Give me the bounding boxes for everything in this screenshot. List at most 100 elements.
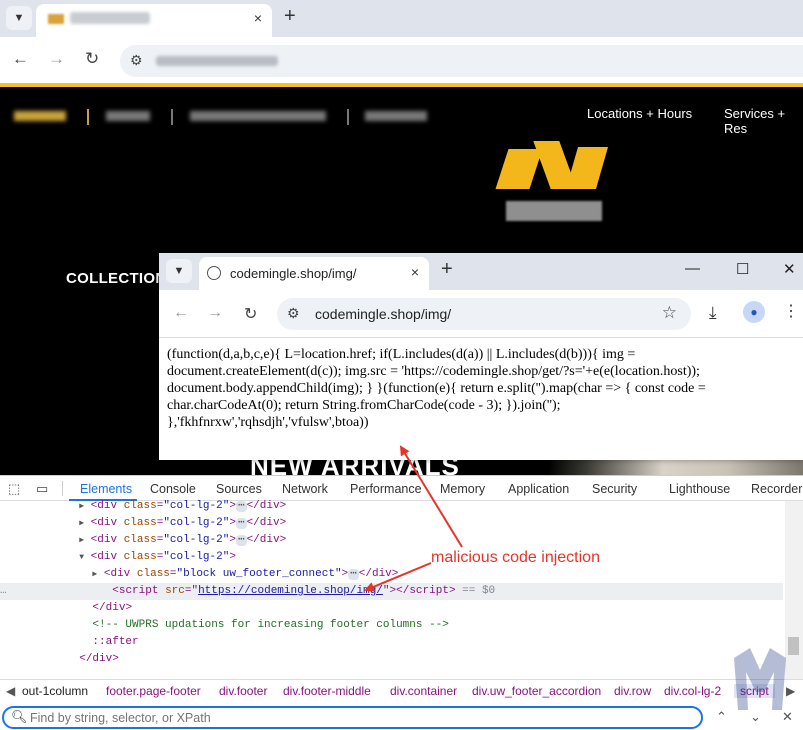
profile-avatar-icon[interactable]: ● — [743, 301, 765, 323]
back-browser-toolbar: ← → ↻ ⚙ — [0, 37, 803, 83]
dom-pseudo-row[interactable]: ::after — [0, 634, 783, 651]
site-info-icon[interactable]: ⚙ — [130, 52, 143, 69]
find-input[interactable] — [30, 710, 690, 726]
download-icon[interactable]: ⤓ — [709, 303, 717, 323]
row-menu-icon[interactable]: … — [0, 585, 7, 597]
popup-url[interactable]: codemingle.shop/img/ — [315, 306, 451, 322]
find-previous-icon[interactable]: ⌃ — [716, 709, 727, 725]
code-line: (function(d,a,b,c,e){ L=location.href; i… — [167, 347, 636, 362]
forward-arrow-icon[interactable]: → — [48, 49, 65, 69]
dom-node-row[interactable]: </div> — [0, 600, 783, 617]
close-tab-icon[interactable]: × — [411, 264, 419, 280]
dom-node-row[interactable]: ▶ <div class="block uw_footer_connect"> ⋯… — [0, 566, 783, 583]
code-line: document.createElement(d(c)); img.src = … — [167, 364, 700, 379]
dom-node-row[interactable]: ▶ <div class="col-lg-2"> ⋯ </div> — [0, 498, 783, 515]
selected-node-marker: == $0 — [462, 585, 496, 597]
dom-node-row[interactable]: ▶ <div class="col-lg-2"> ⋯ </div> — [0, 515, 783, 532]
popup-toolbar: ← → ↻ ⚙ codemingle.shop/img/ ☆ ⤓ ● ⋮ — [159, 290, 803, 338]
collapsed-content-icon[interactable]: ⋯ — [235, 501, 247, 512]
breadcrumb-item[interactable]: div.footer-middle — [283, 684, 371, 698]
expand-triangle-icon[interactable]: ▶ — [92, 570, 97, 579]
popup-omnibox[interactable]: ⚙ codemingle.shop/img/ ☆ — [277, 298, 691, 330]
back-browser-omnibox[interactable]: ⚙ — [120, 45, 803, 77]
elements-dom-tree: ▶ <div class="col-lg-2"> ⋯ </div> ▶ <div c… — [0, 498, 783, 679]
code-line: char.charCodeAt(0); return String.fromCh… — [167, 398, 561, 413]
collapsed-content-icon[interactable]: ⋯ — [235, 535, 247, 546]
blurred-nav-item[interactable] — [106, 111, 150, 121]
breadcrumb-item[interactable]: out-1column — [22, 684, 88, 698]
annotation-label: malicious code injection — [431, 549, 600, 566]
dom-breadcrumb-bar: ◀ out-1column footer.page-footer div.foo… — [0, 679, 803, 703]
inspect-element-icon[interactable]: ⬚ — [8, 481, 20, 497]
popup-browser-window: ▼ codemingle.shop/img/ × + — ☐ ✕ ← → ↻ ⚙… — [159, 253, 803, 460]
minimize-icon[interactable]: — — [685, 260, 700, 277]
code-line: document.body.appendChild(img); } }(func… — [167, 381, 706, 396]
toolbar-divider — [62, 481, 63, 496]
breadcrumb-item[interactable]: footer.page-footer — [106, 684, 201, 698]
tab-security[interactable]: Security — [592, 482, 637, 496]
blurred-site-logo[interactable] — [495, 141, 610, 225]
tab-lighthouse[interactable]: Lighthouse — [669, 482, 730, 496]
close-window-icon[interactable]: ✕ — [783, 260, 796, 278]
tab-recorder[interactable]: Recorder — [751, 482, 802, 496]
nav-locations-hours[interactable]: Locations + Hours — [587, 106, 692, 121]
nav-divider — [87, 109, 89, 125]
site-info-icon[interactable]: ⚙ — [287, 305, 300, 322]
selected-script-node[interactable]: … <script src="https://codemingle.shop/i… — [0, 583, 783, 600]
nav-divider — [347, 109, 349, 125]
dom-node-row[interactable]: ▼ <div class="col-lg-2"> — [0, 549, 783, 566]
maximize-icon[interactable]: ☐ — [736, 260, 749, 278]
menu-kebab-icon[interactable]: ⋮ — [783, 301, 799, 321]
back-arrow-icon[interactable]: ← — [173, 304, 189, 322]
tab-sources[interactable]: Sources — [216, 482, 262, 496]
collapsed-content-icon[interactable]: ⋯ — [348, 569, 359, 580]
malwarebytes-logo-watermark — [734, 648, 786, 710]
dom-comment-row[interactable]: <!-- UWPRS updations for increasing foot… — [0, 617, 783, 634]
tab-search-dropdown[interactable]: ▼ — [6, 6, 32, 30]
blurred-favicon — [48, 14, 64, 24]
new-tab-button[interactable]: + — [441, 258, 453, 281]
breadcrumb-item[interactable]: div.row — [614, 684, 651, 698]
collapse-triangle-icon[interactable]: ▼ — [79, 553, 84, 562]
popup-tab-strip: ▼ codemingle.shop/img/ × + — ☐ ✕ — [159, 253, 803, 290]
dom-node-row[interactable]: </div> — [0, 651, 783, 668]
find-box[interactable]: 🔍︎ — [2, 706, 703, 729]
breadcrumb-item[interactable]: div.uw_footer_accordion — [472, 684, 601, 698]
blurred-nav-item[interactable] — [190, 111, 326, 121]
blurred-url — [156, 56, 278, 66]
reload-icon[interactable]: ↻ — [244, 304, 257, 324]
blurred-nav-item[interactable] — [365, 111, 427, 121]
breadcrumb-item[interactable]: div.footer — [219, 684, 267, 698]
devtools-find-bar: 🔍︎ ⌃ ⌄ ✕ — [0, 703, 803, 730]
breadcrumb-scroll-left-icon[interactable]: ◀ — [6, 684, 15, 698]
dom-node-row[interactable]: ▶ <div class="col-lg-2"> ⋯ </div> — [0, 532, 783, 549]
bookmark-star-icon[interactable]: ☆ — [662, 303, 677, 323]
malicious-script-src-link[interactable]: https://codemingle.shop/img/ — [198, 585, 383, 597]
script-source-text: (function(d,a,b,c,e){ L=location.href; i… — [167, 346, 797, 431]
collapsed-content-icon[interactable]: ⋯ — [235, 518, 247, 529]
tab-application[interactable]: Application — [508, 482, 569, 496]
reload-icon[interactable]: ↻ — [85, 49, 99, 69]
forward-arrow-icon[interactable]: → — [207, 304, 223, 322]
tab-elements[interactable]: Elements — [80, 482, 132, 496]
device-toolbar-icon[interactable]: ▭ — [36, 481, 48, 497]
breadcrumb-item[interactable]: div.col-lg-2 — [664, 684, 721, 698]
tab-console[interactable]: Console — [150, 482, 196, 496]
expand-triangle-icon[interactable]: ▶ — [79, 536, 84, 545]
tab-memory[interactable]: Memory — [440, 482, 485, 496]
nav-services[interactable]: Services + Res — [724, 106, 803, 136]
tab-performance[interactable]: Performance — [350, 482, 422, 496]
tab-network[interactable]: Network — [282, 482, 328, 496]
blurred-tab-title — [70, 12, 150, 24]
new-tab-button[interactable]: + — [284, 5, 296, 28]
blurred-nav-item[interactable] — [14, 111, 66, 121]
back-browser-active-tab[interactable]: × — [36, 4, 272, 37]
back-browser-tab-strip: ▼ × + — [0, 0, 803, 37]
expand-triangle-icon[interactable]: ▶ — [79, 519, 84, 528]
tab-search-dropdown[interactable]: ▼ — [166, 259, 192, 283]
back-arrow-icon[interactable]: ← — [12, 49, 29, 69]
close-tab-icon[interactable]: × — [254, 10, 262, 26]
popup-active-tab[interactable]: codemingle.shop/img/ × — [199, 257, 429, 290]
breadcrumb-item[interactable]: div.container — [390, 684, 457, 698]
expand-triangle-icon[interactable]: ▶ — [79, 502, 84, 511]
